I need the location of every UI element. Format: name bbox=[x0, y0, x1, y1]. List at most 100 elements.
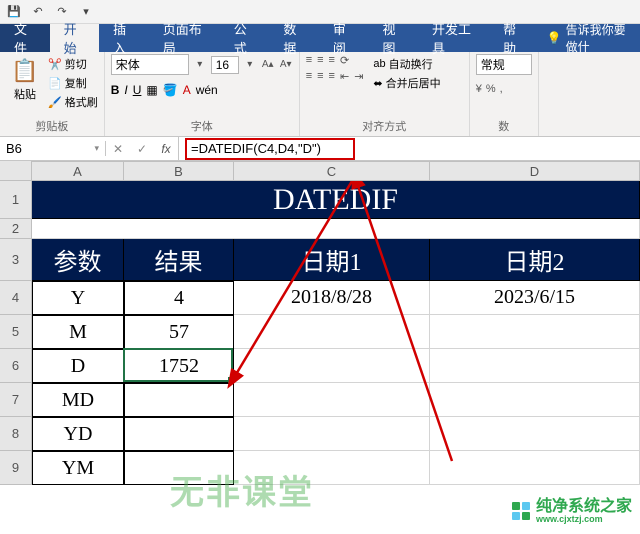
cell-empty[interactable] bbox=[234, 315, 430, 349]
bold-button[interactable]: B bbox=[111, 83, 120, 97]
col-header-A[interactable]: A bbox=[32, 162, 124, 180]
tab-insert[interactable]: 插入 bbox=[99, 24, 149, 52]
percent-icon[interactable]: % bbox=[486, 83, 496, 95]
cell-empty[interactable] bbox=[430, 349, 640, 383]
row-header-7[interactable]: 7 bbox=[0, 383, 31, 417]
col-header-D[interactable]: D bbox=[430, 162, 640, 180]
cell-result-Y[interactable]: 4 bbox=[124, 281, 234, 315]
cell-param-Y[interactable]: Y bbox=[32, 281, 124, 315]
italic-button[interactable]: I bbox=[124, 83, 127, 97]
row-header-5[interactable]: 5 bbox=[0, 315, 31, 349]
tab-developer[interactable]: 开发工具 bbox=[418, 24, 489, 52]
cell-param-YM[interactable]: YM bbox=[32, 451, 124, 485]
col-header-B[interactable]: B bbox=[124, 162, 234, 180]
align-middle-icon[interactable]: ≡ bbox=[317, 54, 323, 67]
decrease-font-icon[interactable]: A▾ bbox=[279, 58, 293, 72]
merge-center-button[interactable]: ⬌合并后居中 bbox=[373, 75, 440, 91]
fx-icon[interactable]: fx bbox=[154, 137, 178, 161]
cell-param-YD[interactable]: YD bbox=[32, 417, 124, 451]
tab-review[interactable]: 审阅 bbox=[319, 24, 369, 52]
copy-button[interactable]: 📄复制 bbox=[48, 75, 98, 91]
cell-hdr-B[interactable]: 结果 bbox=[124, 239, 234, 281]
font-size-select[interactable]: 16 bbox=[211, 56, 239, 74]
cell-empty-row2[interactable] bbox=[32, 219, 640, 239]
comma-icon[interactable]: , bbox=[500, 83, 503, 95]
align-center-icon[interactable]: ≡ bbox=[317, 70, 323, 83]
save-icon[interactable]: 💾 bbox=[6, 4, 22, 20]
cell-empty[interactable] bbox=[430, 451, 640, 485]
cell-result-D[interactable]: 1752 bbox=[124, 349, 234, 383]
cell-hdr-A[interactable]: 参数 bbox=[32, 239, 124, 281]
tab-help[interactable]: 帮助 bbox=[489, 24, 539, 52]
tab-page-layout[interactable]: 页面布局 bbox=[149, 24, 220, 52]
number-format-select[interactable]: 常规 bbox=[476, 54, 532, 75]
cell-empty[interactable] bbox=[430, 383, 640, 417]
cell-empty[interactable] bbox=[234, 451, 430, 485]
font-size-dd-icon[interactable]: ▾ bbox=[243, 58, 257, 72]
paste-button[interactable]: 📋 粘贴 bbox=[6, 54, 44, 102]
row-header-4[interactable]: 4 bbox=[0, 281, 31, 315]
border-button[interactable]: ▦ bbox=[146, 83, 157, 97]
tab-data[interactable]: 数据 bbox=[269, 24, 319, 52]
tell-me[interactable]: 💡 告诉我你要做什 bbox=[539, 24, 640, 52]
worksheet[interactable]: ABCD 123456789 DATEDIF参数结果日期1日期22018/8/2… bbox=[0, 161, 640, 534]
phonetic-icon[interactable]: wén bbox=[196, 83, 218, 97]
tab-formulas[interactable]: 公式 bbox=[220, 24, 270, 52]
row-header-1[interactable]: 1 bbox=[0, 181, 31, 219]
tab-view[interactable]: 视图 bbox=[368, 24, 418, 52]
cell-result-YD[interactable] bbox=[124, 417, 234, 451]
name-box[interactable]: B6 ▾ bbox=[0, 141, 106, 156]
cell-title[interactable]: DATEDIF bbox=[32, 181, 640, 219]
tab-home[interactable]: 开始 bbox=[50, 24, 100, 52]
orientation-icon[interactable]: ⟳ bbox=[340, 54, 349, 67]
cell-param-D[interactable]: D bbox=[32, 349, 124, 383]
row-header-8[interactable]: 8 bbox=[0, 417, 31, 451]
align-right-icon[interactable]: ≡ bbox=[329, 70, 335, 83]
col-header-C[interactable]: C bbox=[234, 162, 430, 180]
row-header-2[interactable]: 2 bbox=[0, 219, 31, 239]
cell-result-MD[interactable] bbox=[124, 383, 234, 417]
indent-dec-icon[interactable]: ⇤ bbox=[340, 70, 349, 83]
fill-color-button[interactable]: 🪣 bbox=[163, 83, 178, 97]
cell-param-M[interactable]: M bbox=[32, 315, 124, 349]
row-header-3[interactable]: 3 bbox=[0, 239, 31, 281]
cell-result-YM[interactable] bbox=[124, 451, 234, 485]
cell-result-M[interactable]: 57 bbox=[124, 315, 234, 349]
formula-input[interactable]: =DATEDIF(C4,D4,"D") bbox=[179, 138, 640, 160]
cell-empty[interactable] bbox=[234, 383, 430, 417]
align-top-icon[interactable]: ≡ bbox=[306, 54, 312, 67]
row-header-6[interactable]: 6 bbox=[0, 349, 31, 383]
qat-more-icon[interactable]: ▾ bbox=[78, 4, 94, 20]
cancel-formula-icon[interactable]: ✕ bbox=[106, 137, 130, 161]
cell-empty[interactable] bbox=[430, 417, 640, 451]
cell-date1[interactable]: 2018/8/28 bbox=[234, 281, 430, 315]
wrap-icon: ab bbox=[373, 58, 385, 70]
font-name-dd-icon[interactable]: ▾ bbox=[193, 58, 207, 72]
accept-formula-icon[interactable]: ✓ bbox=[130, 137, 154, 161]
cut-button[interactable]: ✂️剪切 bbox=[48, 56, 98, 72]
font-name-select[interactable]: 宋体 bbox=[111, 54, 189, 75]
cell-empty[interactable] bbox=[430, 315, 640, 349]
format-painter-button[interactable]: 🖌️格式刷 bbox=[48, 94, 98, 110]
currency-icon[interactable]: ¥ bbox=[476, 83, 482, 95]
cell-empty[interactable] bbox=[234, 349, 430, 383]
wrap-text-button[interactable]: ab自动换行 bbox=[373, 56, 440, 72]
cell-param-MD[interactable]: MD bbox=[32, 383, 124, 417]
increase-font-icon[interactable]: A▴ bbox=[261, 58, 275, 72]
indent-inc-icon[interactable]: ⇥ bbox=[354, 70, 363, 83]
cell-empty[interactable] bbox=[234, 417, 430, 451]
name-box-dd-icon[interactable]: ▾ bbox=[94, 143, 99, 154]
undo-icon[interactable]: ↶ bbox=[30, 4, 46, 20]
group-alignment-label: 对齐方式 bbox=[306, 118, 463, 136]
cell-hdr-C[interactable]: 日期1 bbox=[234, 239, 430, 281]
underline-button[interactable]: U bbox=[133, 83, 142, 97]
tab-file[interactable]: 文件 bbox=[0, 24, 50, 52]
cell-date2[interactable]: 2023/6/15 bbox=[430, 281, 640, 315]
redo-icon[interactable]: ↷ bbox=[54, 4, 70, 20]
align-bottom-icon[interactable]: ≡ bbox=[329, 54, 335, 67]
cell-hdr-D[interactable]: 日期2 bbox=[430, 239, 640, 281]
font-color-button[interactable]: A bbox=[183, 83, 191, 97]
align-left-icon[interactable]: ≡ bbox=[306, 70, 312, 83]
row-header-9[interactable]: 9 bbox=[0, 451, 31, 485]
select-all-corner[interactable] bbox=[0, 161, 32, 181]
